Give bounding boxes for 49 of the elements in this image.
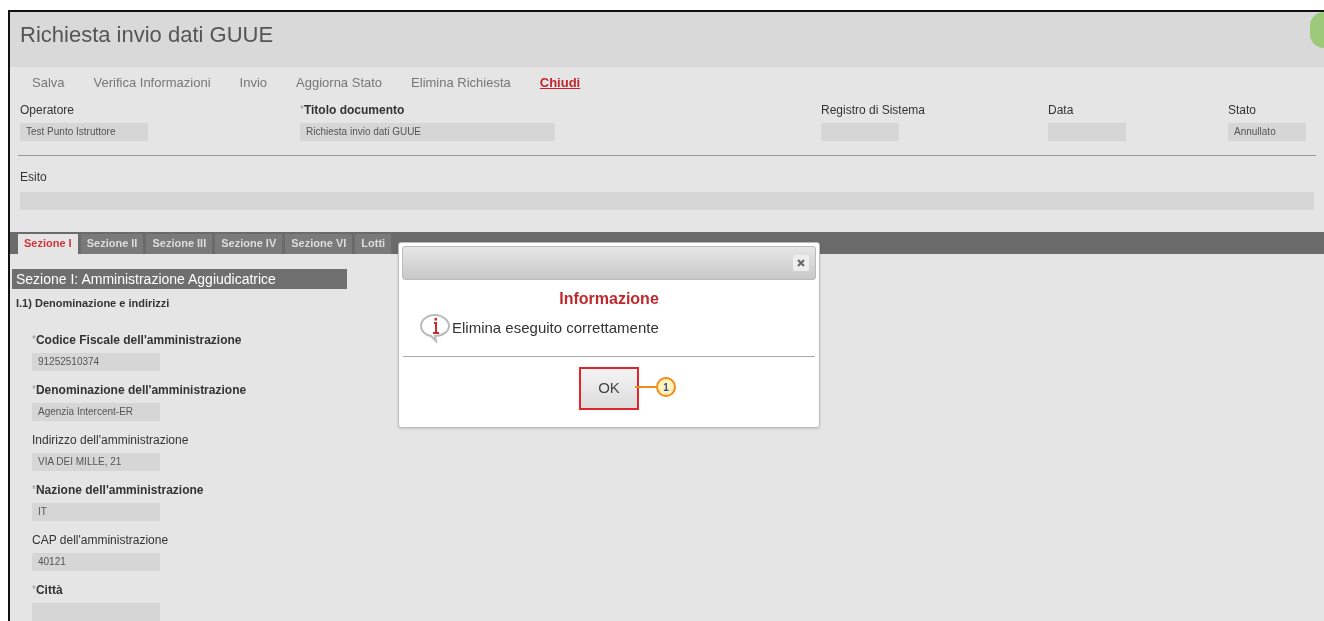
field-label: Denominazione dell'amministrazione (35, 383, 247, 397)
field-label: Data (1048, 102, 1074, 117)
leader-line (635, 386, 656, 388)
field-label: Titolo documento (303, 102, 405, 117)
field-label: Operatore (20, 102, 75, 117)
callout-marker: 1 (656, 377, 676, 397)
dialog-title: Informazione (559, 289, 659, 309)
input-field[interactable]: 40121 (32, 553, 160, 571)
section-tab[interactable]: Sezione VI (285, 233, 353, 254)
field-label: CAP dell'amministrazione (32, 533, 169, 547)
section-heading: Sezione I: Amministrazione Aggiudicatrice (12, 268, 347, 289)
field-label: Registro di Sistema (821, 102, 926, 117)
field-label: Esito (20, 168, 48, 186)
field-label: Codice Fiscale dell'amministrazione (35, 333, 242, 347)
input-field[interactable]: Annullato (1228, 122, 1306, 141)
section-tab[interactable]: Lotti (355, 233, 392, 254)
close-icon (797, 259, 805, 267)
toolbar-link[interactable]: Chiudi (539, 72, 581, 93)
required-asterisk: * (32, 583, 36, 597)
input-field[interactable]: 91252510374 (32, 353, 160, 371)
toolbar-link[interactable]: Elimina Richiesta (411, 72, 511, 93)
input-field[interactable]: VIA DEI MILLE, 21 (32, 453, 160, 471)
info-icon (419, 313, 451, 343)
required-asterisk: * (32, 483, 36, 497)
field-label: Nazione dell'amministrazione (35, 483, 204, 497)
required-asterisk: * (32, 333, 36, 347)
page-title: Richiesta invio dati GUUE (20, 21, 274, 49)
input-field[interactable]: IT (32, 503, 160, 521)
toolbar-link[interactable]: Salva (32, 72, 65, 93)
field-label: Stato (1228, 102, 1257, 117)
required-asterisk: * (300, 102, 304, 117)
toolbar-link[interactable]: Invio (239, 72, 268, 93)
section-tab[interactable]: Sezione IV (215, 233, 283, 254)
field-label: Città (35, 583, 63, 597)
ok-button[interactable]: OK (579, 367, 639, 410)
required-asterisk: * (32, 383, 36, 397)
toolbar-link[interactable]: Verifica Informazioni (93, 72, 211, 93)
field-label: Indirizzo dell'amministrazione (32, 433, 189, 447)
toolbar-link[interactable]: Aggiorna Stato (296, 72, 383, 93)
close-button[interactable] (793, 255, 809, 271)
section-tab[interactable]: Sezione I (18, 233, 78, 254)
input-field[interactable]: Test Punto Istruttore (20, 122, 148, 141)
section-tab[interactable]: Sezione III (146, 233, 213, 254)
subsection-heading: I.1) Denominazione e indirizzi (15, 295, 171, 311)
input-field[interactable]: Richiesta invio dati GUUE (300, 122, 555, 141)
dialog-message: Elimina eseguito correttamente (452, 317, 659, 338)
input-field[interactable]: Agenzia Intercent-ER (32, 403, 160, 421)
help-bubble-icon[interactable] (1310, 12, 1324, 48)
section-tab[interactable]: Sezione II (80, 233, 144, 254)
